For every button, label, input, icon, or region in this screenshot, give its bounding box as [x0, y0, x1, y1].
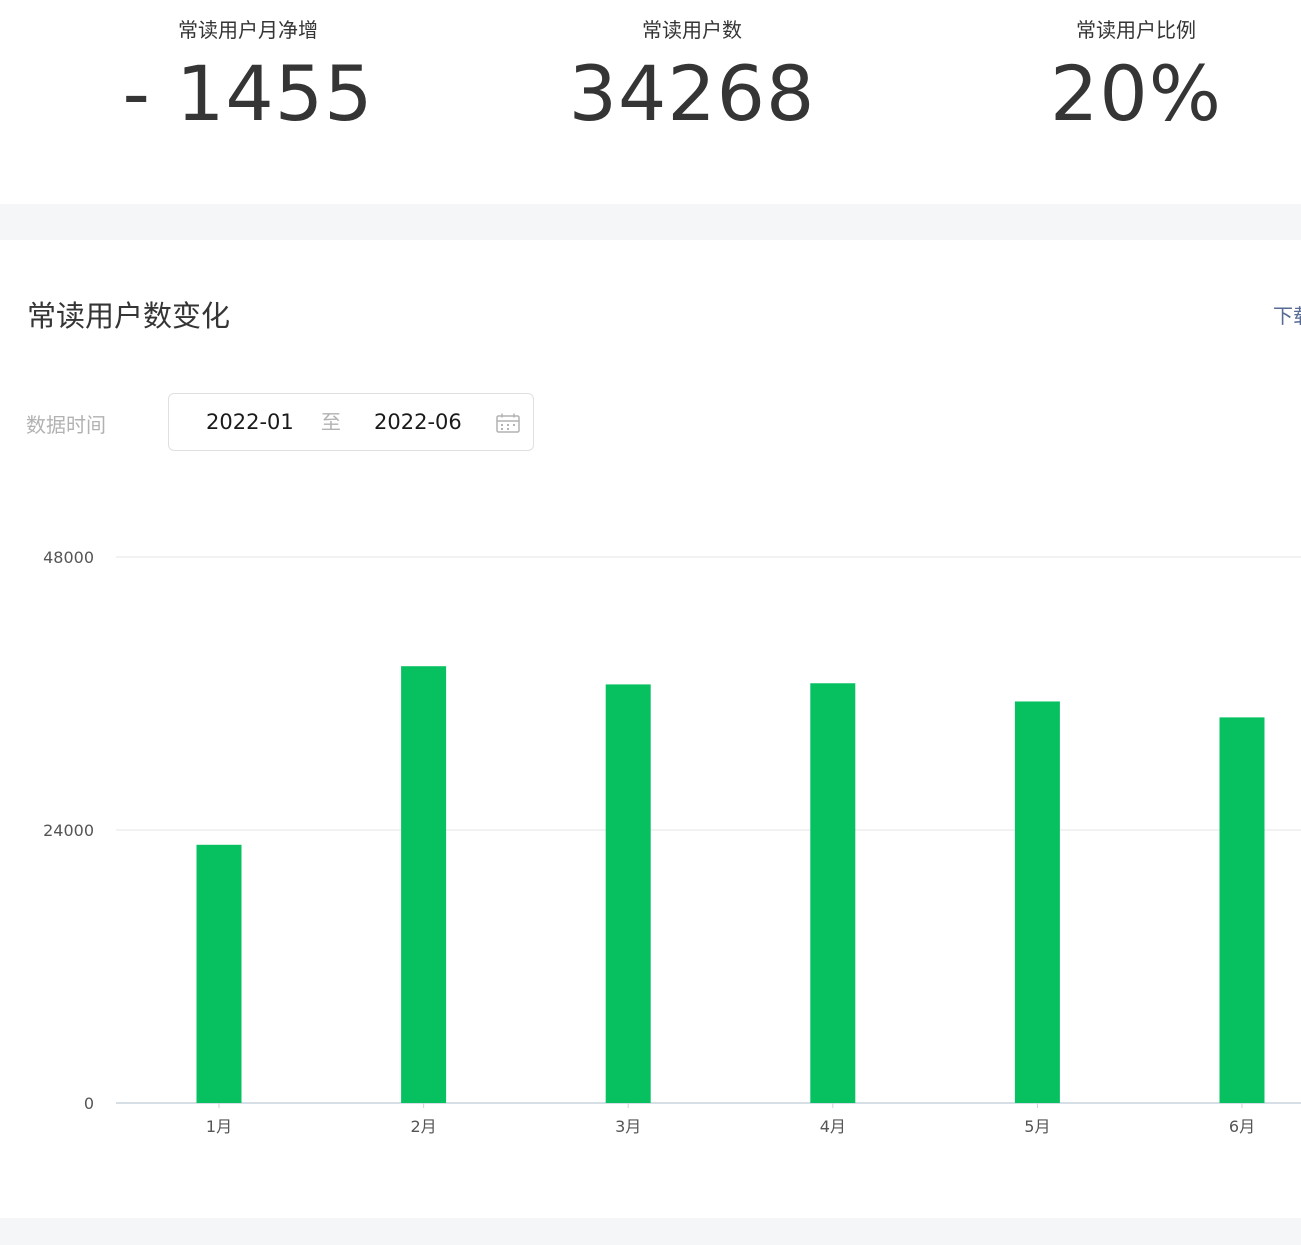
- stat-label: 常读用户数: [642, 18, 742, 42]
- stat-value: - 1455: [122, 49, 374, 138]
- bottom-divider: [0, 1218, 1301, 1245]
- stat-label: 常读用户比例: [1076, 18, 1196, 42]
- y-tick-label: 48000: [43, 548, 94, 567]
- page: 常读用户月净增 - 1455 常读用户数 34268 常读用户比例 20% 常读…: [0, 0, 1301, 1245]
- bar-5[interactable]: [1014, 701, 1060, 1103]
- date-range-picker[interactable]: 2022-01 至 2022-06: [168, 393, 534, 451]
- date-start-input[interactable]: 2022-01: [206, 408, 294, 436]
- bar-3[interactable]: [605, 684, 651, 1103]
- bar-chart: 0 24000 48000 1月 2月 3月 4月 5月 6月: [43, 548, 1301, 1136]
- filter-label: 数据时间: [26, 413, 106, 437]
- stat-label: 常读用户月净增: [178, 18, 318, 42]
- x-tick-label: 3月: [615, 1117, 641, 1136]
- stat-value: 34268: [568, 49, 816, 138]
- date-end-input[interactable]: 2022-06: [374, 408, 462, 436]
- y-tick-label: 24000: [43, 821, 94, 840]
- section-title: 常读用户数变化: [27, 299, 231, 333]
- bar-1[interactable]: [196, 844, 242, 1103]
- x-tick-label: 1月: [206, 1117, 232, 1136]
- date-separator: 至: [321, 410, 341, 434]
- x-tick-label: 2月: [411, 1117, 437, 1136]
- bar-4[interactable]: [810, 683, 856, 1103]
- stats-panel: 常读用户月净增 - 1455 常读用户数 34268 常读用户比例 20%: [0, 0, 1301, 204]
- x-tick-label: 4月: [820, 1117, 846, 1136]
- x-tick-label: 6月: [1229, 1117, 1255, 1136]
- download-link[interactable]: 下载: [1273, 302, 1301, 330]
- section-divider: [0, 204, 1301, 240]
- calendar-icon[interactable]: [496, 413, 520, 433]
- x-tick-label: 5月: [1024, 1117, 1050, 1136]
- y-tick-label: 0: [84, 1094, 94, 1113]
- bar-2[interactable]: [401, 666, 447, 1103]
- bar-6[interactable]: [1219, 717, 1265, 1103]
- stat-value: 20%: [1050, 49, 1222, 138]
